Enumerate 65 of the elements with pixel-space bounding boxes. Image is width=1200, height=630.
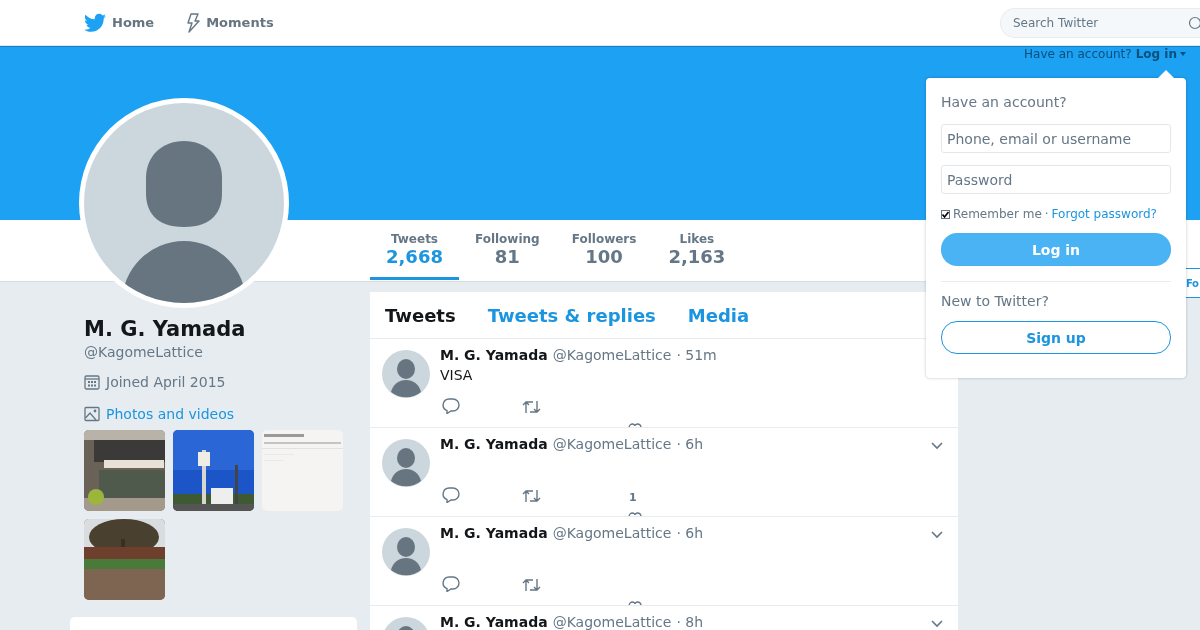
timeline-tab[interactable]: Tweets: [385, 304, 456, 326]
stat-tab[interactable]: Likes 2,163: [652, 220, 742, 280]
password-field[interactable]: Password: [941, 165, 1171, 194]
stat-value: 2,163: [668, 246, 726, 268]
lightning-bolt-icon: [186, 12, 201, 33]
tweet-handle[interactable]: @KagomeLattice: [552, 525, 672, 541]
search-field[interactable]: Search Twitter: [1000, 7, 1184, 38]
reply-icon[interactable]: [442, 576, 460, 592]
chevron-down-icon[interactable]: [931, 620, 943, 628]
nav-tab[interactable]: Moments: [186, 12, 274, 33]
username-field[interactable]: Phone, email or username: [941, 124, 1171, 153]
profile-handle: @KagomeLattice: [84, 344, 204, 360]
stat-label: Followers: [571, 232, 637, 246]
signup-prompt: New to Twitter?: [941, 293, 1050, 309]
bird-icon: [84, 12, 106, 33]
signup-button[interactable]: Sign up: [941, 321, 1171, 354]
media-link[interactable]: Photos and videos: [106, 406, 234, 422]
nav-tab[interactable]: Home: [84, 12, 155, 33]
profile-name: M. G. Yamada: [84, 316, 247, 342]
tweet-author[interactable]: M. G. Yamada: [440, 525, 548, 541]
tweet-author[interactable]: M. G. Yamada: [440, 436, 548, 452]
chevron-down-icon[interactable]: [931, 531, 943, 539]
tweet-time[interactable]: · 51m: [676, 347, 717, 363]
tweet-time[interactable]: · 6h: [676, 525, 704, 541]
chevron-down-icon[interactable]: [931, 442, 943, 450]
timeline-tab[interactable]: Media: [687, 304, 750, 326]
stat-tab[interactable]: Followers 100: [555, 220, 653, 280]
retweet-icon[interactable]: [522, 399, 541, 415]
stat-label: Following: [474, 232, 540, 246]
tweet-handle[interactable]: @KagomeLattice: [552, 614, 672, 630]
retweet-icon[interactable]: [522, 488, 541, 504]
tweet-handle[interactable]: @KagomeLattice: [552, 436, 672, 452]
tweet-text: VISA: [440, 367, 474, 383]
reply-icon[interactable]: [442, 398, 460, 414]
retweet-icon[interactable]: [522, 577, 541, 593]
timeline-tab[interactable]: Tweets & replies: [487, 304, 656, 326]
follow-button[interactable]: Fo: [1186, 268, 1200, 298]
separator-dot: ·: [1044, 207, 1049, 221]
stat-tab[interactable]: Tweets 2,668: [370, 220, 459, 280]
stat-value: 100: [585, 246, 623, 268]
reply-icon[interactable]: [442, 487, 460, 503]
checkbox[interactable]: [941, 209, 950, 219]
stat-label: Likes: [679, 232, 715, 246]
join-date: Joined April 2015: [106, 374, 226, 390]
avatar-icon: [382, 439, 430, 487]
popup-title: Have an account?: [941, 94, 1068, 110]
tweet-time[interactable]: · 6h: [676, 436, 704, 452]
avatar-icon: [382, 350, 430, 398]
forgot-password-link[interactable]: Forgot password?: [1051, 207, 1157, 221]
login-link[interactable]: Log in: [1135, 47, 1186, 61]
calendar-icon: [84, 374, 100, 390]
stat-value: 81: [494, 246, 520, 268]
stat-value: 2,668: [386, 246, 443, 268]
stat-label: Tweets: [390, 232, 438, 246]
tweet-author[interactable]: M. G. Yamada: [440, 347, 548, 363]
avatar-icon: [382, 528, 430, 576]
tweet-handle[interactable]: @KagomeLattice: [552, 347, 672, 363]
remember-label: Remember me: [953, 207, 1042, 221]
image-icon: [84, 406, 100, 422]
login-prompt: Have an account?: [1024, 47, 1132, 61]
stat-tab[interactable]: Following 81: [458, 220, 556, 280]
tweet-time[interactable]: · 8h: [676, 614, 704, 630]
caret-icon: [1180, 52, 1186, 56]
tweet-author[interactable]: M. G. Yamada: [440, 614, 548, 630]
like-count: 1: [629, 491, 637, 504]
